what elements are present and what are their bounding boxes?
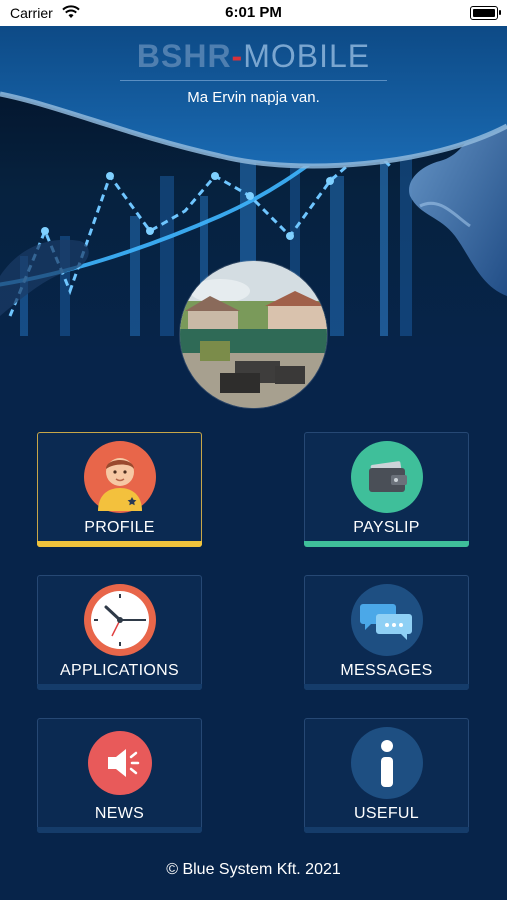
payslip-label: PAYSLIP <box>353 519 420 536</box>
news-label: NEWS <box>94 805 145 822</box>
messages-bar <box>304 684 469 690</box>
profile-photo[interactable] <box>180 261 327 408</box>
speaker-icon <box>87 731 152 795</box>
app-logo: BSHR-MOBILE <box>136 38 371 74</box>
applications-tile[interactable]: APPLICATIONS <box>37 575 202 690</box>
profile-tile[interactable]: PROFILE <box>37 432 202 547</box>
nameday-greeting: Ma Ervin napja van. <box>187 89 320 106</box>
messages-tile[interactable]: MESSAGES <box>304 575 469 690</box>
profile-accent-bar <box>37 541 202 547</box>
applications-bar <box>37 684 202 690</box>
wallet-icon <box>350 441 423 513</box>
info-icon <box>350 727 423 799</box>
payslip-tile[interactable]: PAYSLIP <box>304 432 469 547</box>
profile-label: PROFILE <box>84 519 155 536</box>
useful-bar <box>304 827 469 833</box>
battery-icon <box>470 6 501 20</box>
news-tile[interactable]: NEWS <box>37 718 202 833</box>
clock-icon <box>83 584 156 656</box>
logo-divider <box>120 80 387 81</box>
payslip-accent-bar <box>304 541 469 547</box>
applications-label: APPLICATIONS <box>60 662 179 679</box>
news-bar <box>37 827 202 833</box>
useful-label: USEFUL <box>354 805 419 822</box>
person-avatar-icon <box>83 441 156 513</box>
clock-time: 6:01 PM <box>225 4 282 21</box>
useful-tile[interactable]: USEFUL <box>304 718 469 833</box>
chat-bubbles-icon <box>350 584 423 656</box>
copyright-footer: © Blue System Kft. 2021 <box>166 861 341 878</box>
status-bar: Carrier 6:01 PM <box>0 0 507 26</box>
messages-label: MESSAGES <box>340 662 433 679</box>
